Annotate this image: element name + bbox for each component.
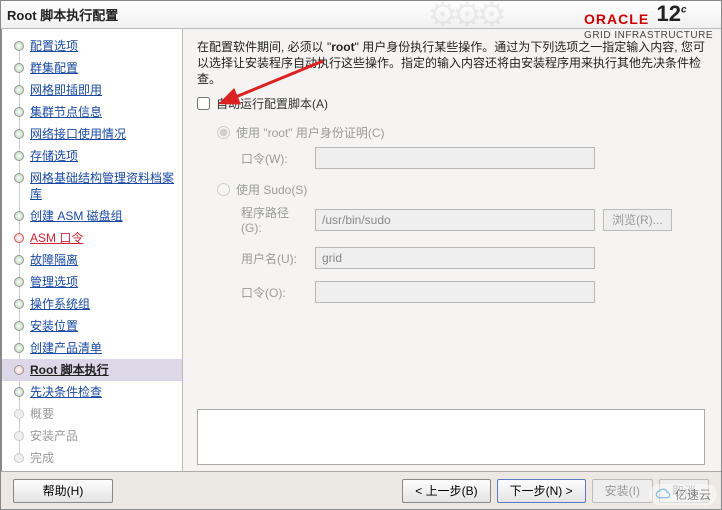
sudo-password-label: 口令(O): (241, 284, 307, 301)
sidebar-item-15[interactable]: 先决条件检查 (2, 381, 182, 403)
sidebar-item-17: 安装产品 (2, 425, 182, 447)
help-button[interactable]: 帮助(H) (13, 479, 113, 503)
sidebar-item-label[interactable]: 网络接口使用情况 (30, 127, 126, 141)
step-node-icon (14, 129, 24, 139)
message-area (197, 409, 705, 465)
root-password-input (315, 147, 595, 169)
sidebar-item-16: 概要 (2, 403, 182, 425)
sidebar-item-10[interactable]: 管理选项 (2, 271, 182, 293)
sidebar-item-label[interactable]: 群集配置 (30, 61, 78, 75)
auto-run-label[interactable]: 自动运行配置脚本(A) (216, 95, 328, 112)
sidebar-item-label[interactable]: 存储选项 (30, 149, 78, 163)
step-node-icon (14, 453, 24, 463)
wizard-sidebar: 配置选项群集配置网格即插即用集群节点信息网络接口使用情况存储选项网格基础结构管理… (1, 29, 183, 471)
step-node-icon (14, 321, 24, 331)
sidebar-item-label[interactable]: 故障隔离 (30, 253, 78, 267)
sidebar-item-label[interactable]: 操作系统组 (30, 297, 90, 311)
sidebar-item-label[interactable]: 集群节点信息 (30, 105, 102, 119)
back-button[interactable]: < 上一步(B) (402, 479, 490, 503)
cloud-icon (655, 487, 671, 503)
watermark: 亿速云 (649, 484, 717, 505)
step-node-icon (14, 387, 24, 397)
auto-run-checkbox[interactable] (197, 97, 210, 110)
sidebar-item-label: 安装产品 (30, 429, 78, 443)
step-node-icon (14, 431, 24, 441)
use-sudo-radio (217, 183, 230, 196)
description-text: 在配置软件期间, 必须以 "root" 用户身份执行某些操作。通过为下列选项之一… (197, 39, 705, 87)
sidebar-item-11[interactable]: 操作系统组 (2, 293, 182, 315)
step-node-icon (14, 85, 24, 95)
sidebar-item-14: Root 脚本执行 (2, 359, 182, 381)
browse-button: 浏览(R)... (603, 209, 672, 231)
sidebar-item-8[interactable]: ASM 口令 (2, 227, 182, 249)
sidebar-item-label[interactable]: 网格基础结构管理资料档案库 (30, 171, 174, 201)
next-button[interactable]: 下一步(N) > (497, 479, 586, 503)
sidebar-item-12[interactable]: 安装位置 (2, 315, 182, 337)
sidebar-item-label[interactable]: ASM 口令 (30, 231, 83, 245)
sidebar-item-label[interactable]: 配置选项 (30, 39, 78, 53)
username-input (315, 247, 595, 269)
step-node-icon (14, 173, 24, 183)
sidebar-item-label: Root 脚本执行 (30, 363, 109, 377)
step-node-icon (14, 41, 24, 51)
step-node-icon (14, 299, 24, 309)
step-node-icon (14, 365, 24, 375)
sidebar-item-2[interactable]: 网格即插即用 (2, 79, 182, 101)
sidebar-item-9[interactable]: 故障隔离 (2, 249, 182, 271)
username-label: 用户名(U): (241, 250, 307, 267)
step-node-icon (14, 255, 24, 265)
sidebar-item-1[interactable]: 群集配置 (2, 57, 182, 79)
program-path-label: 程序路径(G): (241, 204, 307, 235)
sidebar-item-18: 完成 (2, 447, 182, 469)
step-node-icon (14, 277, 24, 287)
use-sudo-label: 使用 Sudo(S) (236, 181, 307, 198)
sidebar-item-4[interactable]: 网络接口使用情况 (2, 123, 182, 145)
sidebar-item-label[interactable]: 创建产品清单 (30, 341, 102, 355)
sidebar-item-6[interactable]: 网格基础结构管理资料档案库 (2, 167, 182, 205)
use-root-label: 使用 "root" 用户身份证明(C) (236, 124, 385, 141)
install-button: 安装(I) (592, 479, 653, 503)
credentials-panel: 使用 "root" 用户身份证明(C) 口令(W): 使用 Sudo(S) 程序… (217, 124, 705, 303)
sidebar-item-label: 完成 (30, 451, 54, 465)
root-password-label: 口令(W): (241, 150, 307, 167)
sidebar-item-0[interactable]: 配置选项 (2, 35, 182, 57)
step-node-icon (14, 151, 24, 161)
brand-oracle: ORACLE (584, 11, 649, 27)
sidebar-item-label: 概要 (30, 407, 54, 421)
step-node-icon (14, 409, 24, 419)
use-root-radio (217, 126, 230, 139)
sidebar-item-label[interactable]: 创建 ASM 磁盘组 (30, 209, 123, 223)
step-node-icon (14, 107, 24, 117)
sidebar-item-label[interactable]: 先决条件检查 (30, 385, 102, 399)
sidebar-item-5[interactable]: 存储选项 (2, 145, 182, 167)
step-node-icon (14, 343, 24, 353)
step-node-icon (14, 211, 24, 221)
sidebar-item-label[interactable]: 网格即插即用 (30, 83, 102, 97)
sidebar-item-7[interactable]: 创建 ASM 磁盘组 (2, 205, 182, 227)
step-node-icon (14, 63, 24, 73)
sudo-password-input (315, 281, 595, 303)
program-path-input (315, 209, 595, 231)
step-node-icon (14, 233, 24, 243)
brand-version: 12c (657, 1, 687, 27)
window-title: Root 脚本执行配置 (7, 5, 118, 24)
sidebar-item-label[interactable]: 管理选项 (30, 275, 78, 289)
sidebar-item-3[interactable]: 集群节点信息 (2, 101, 182, 123)
sidebar-item-13[interactable]: 创建产品清单 (2, 337, 182, 359)
sidebar-item-label[interactable]: 安装位置 (30, 319, 78, 333)
